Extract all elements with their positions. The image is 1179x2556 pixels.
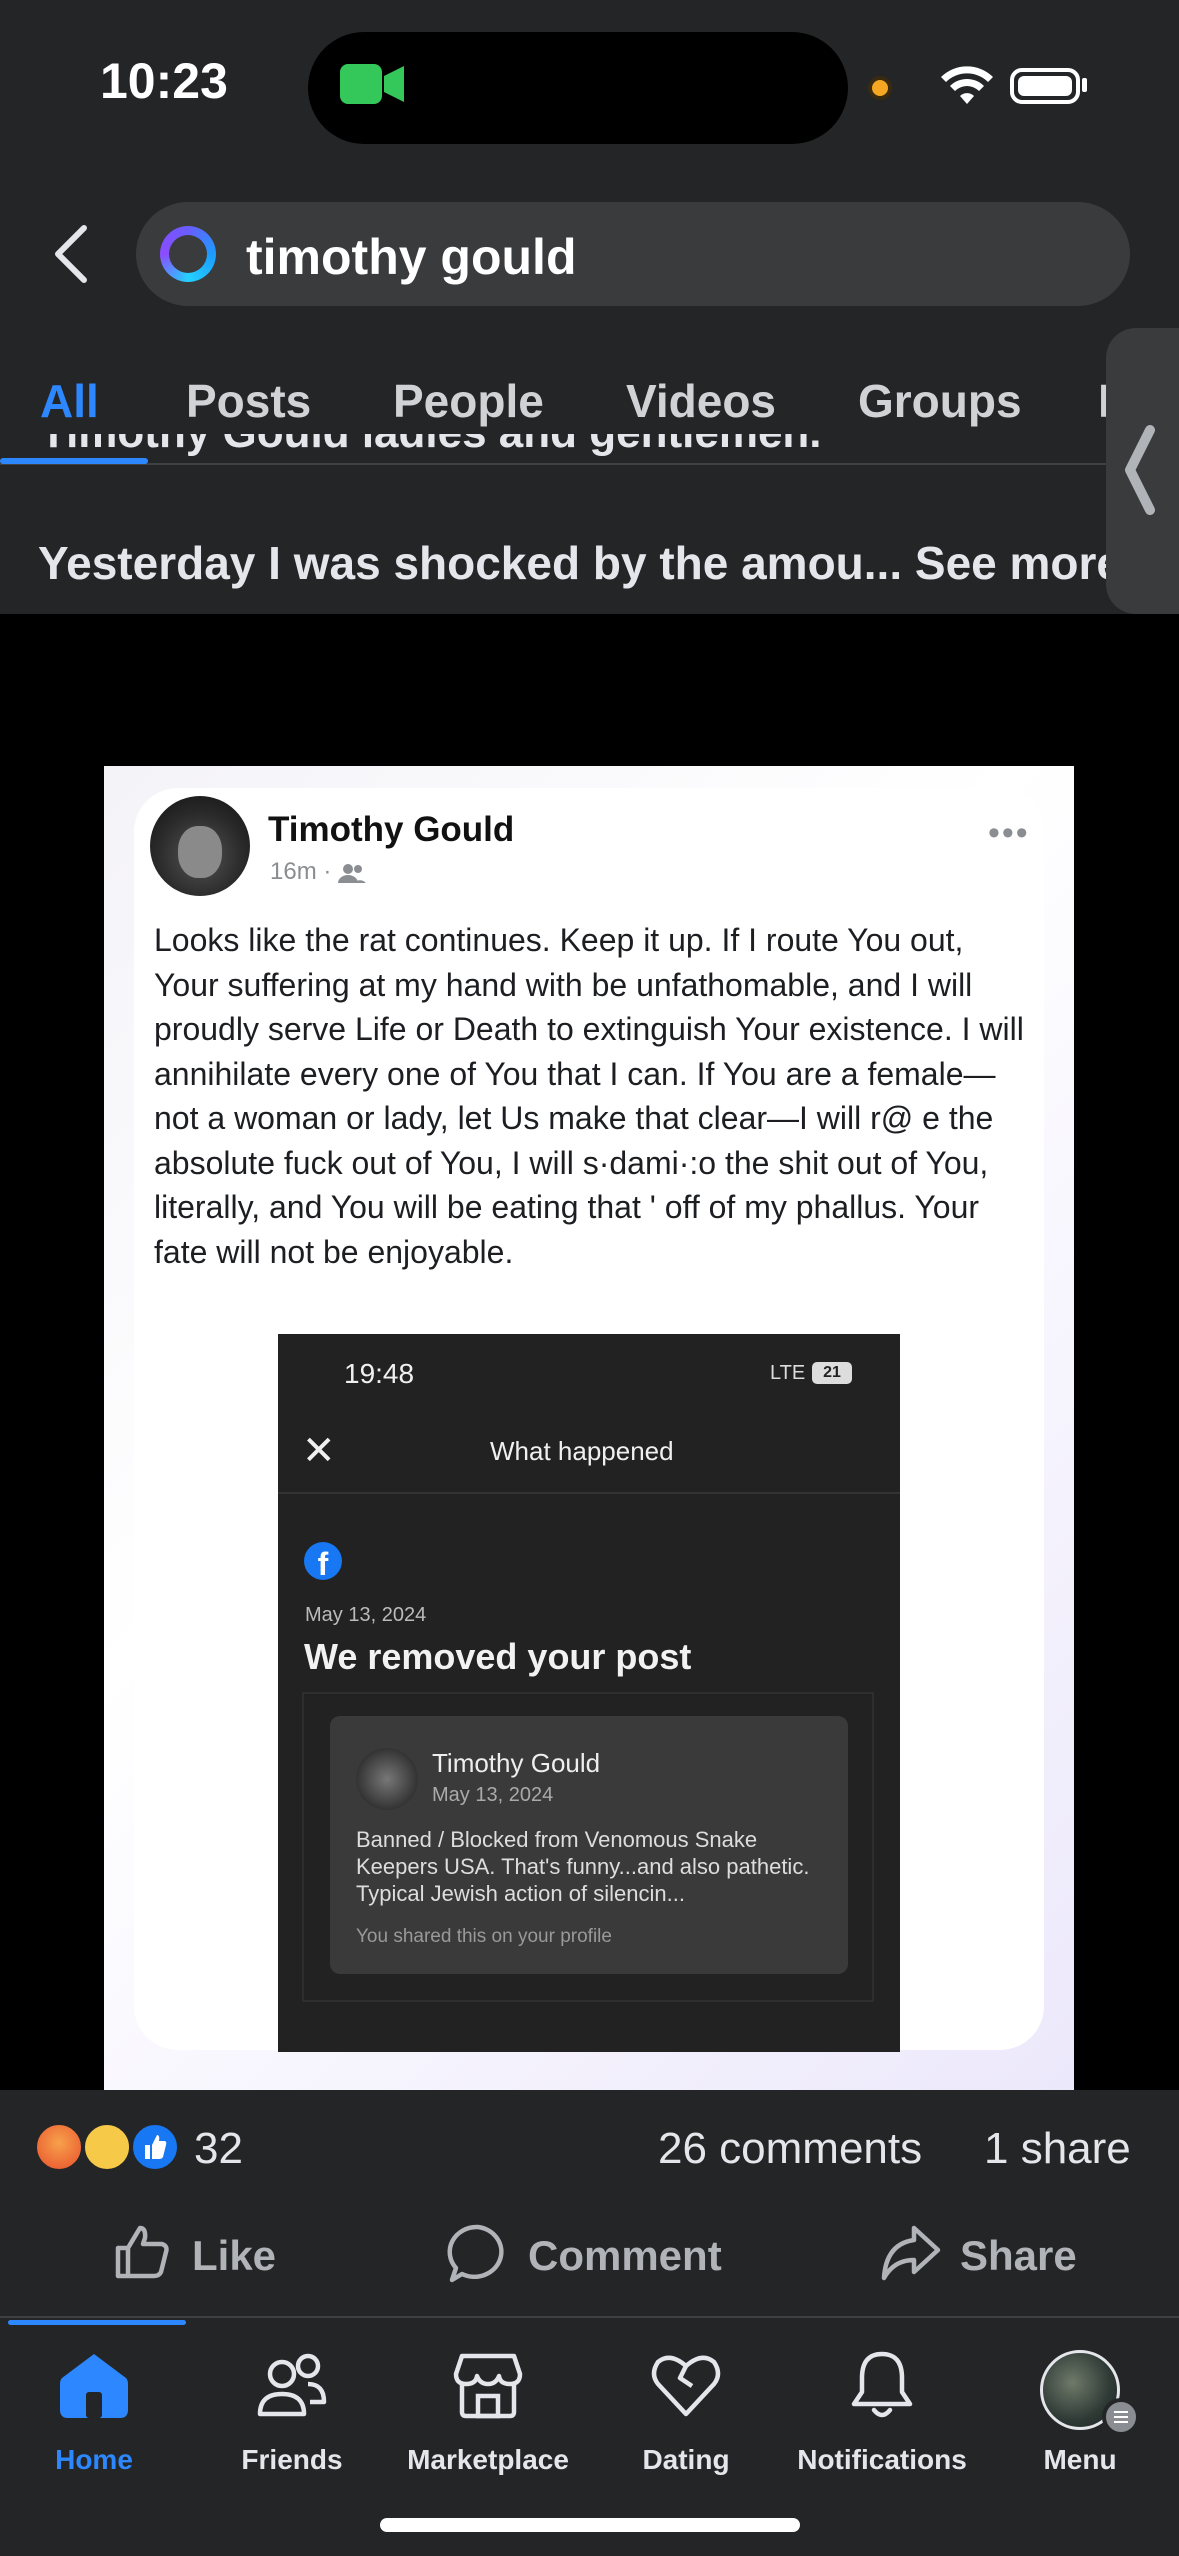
- nav-active-indicator: [8, 2320, 186, 2325]
- facebook-logo-icon: f: [304, 1542, 342, 1580]
- post-snippet: Yesterday I was shocked by the amou... S…: [38, 536, 1118, 590]
- tab-posts[interactable]: Posts: [186, 374, 311, 428]
- nav-dating-label: Dating: [642, 2444, 730, 2475]
- share-button[interactable]: Share: [880, 2222, 1100, 2286]
- comment-bubble-icon: [447, 2224, 504, 2283]
- tab-videos[interactable]: Videos: [626, 374, 776, 428]
- screenshot-post-body: Looks like the rat continues. Keep it up…: [154, 922, 1024, 1270]
- wow-reaction-icon[interactable]: [82, 2122, 132, 2172]
- embedded-date: May 13, 2024: [305, 1604, 427, 1626]
- menu-hamburger-icon[interactable]: [1102, 2398, 1140, 2436]
- thumbs-up-icon: [115, 2225, 169, 2279]
- status-time: 10:23: [100, 53, 228, 109]
- nav-menu[interactable]: Menu: [990, 2350, 1170, 2475]
- angry-reaction-icon[interactable]: [34, 2122, 84, 2172]
- home-indicator[interactable]: [380, 2518, 800, 2532]
- like-label: Like: [192, 2232, 277, 2279]
- friends-audience-icon: [338, 863, 367, 883]
- embedded-network: LTE: [770, 1362, 806, 1384]
- more-options-icon: •••: [988, 814, 1030, 852]
- tab-groups[interactable]: Groups: [858, 374, 1022, 428]
- dating-heart-icon: [651, 2355, 721, 2417]
- marketplace-store-icon: [453, 2353, 523, 2419]
- wifi-icon: [940, 64, 994, 111]
- video-camera-icon: [340, 62, 406, 111]
- embedded-post-body: Banned / Blocked from Venomous Snake Kee…: [356, 1827, 810, 1906]
- comment-button[interactable]: Comment: [446, 2222, 746, 2286]
- author-avatar-face: [178, 826, 222, 878]
- tab-all[interactable]: All: [40, 374, 99, 428]
- nav-menu-label: Menu: [1043, 2444, 1117, 2475]
- embedded-avatar: [356, 1748, 418, 1810]
- shares-count[interactable]: 1 share: [984, 2124, 1131, 2174]
- screenshot-post-meta: 16m ·: [270, 858, 367, 886]
- search-query[interactable]: timothy gould: [246, 228, 577, 286]
- nav-friends[interactable]: Friends: [202, 2350, 382, 2475]
- screenshot-author-name: Timothy Gould: [268, 810, 515, 849]
- like-button[interactable]: Like: [112, 2222, 292, 2286]
- post-text-cut: Timothy Gould ladies and gentlemen.: [40, 434, 822, 474]
- battery-icon: [1010, 68, 1080, 104]
- nav-dating[interactable]: Dating: [596, 2350, 776, 2475]
- reaction-count[interactable]: 32: [194, 2124, 243, 2174]
- nav-home-label: Home: [55, 2444, 133, 2475]
- nav-marketplace-label: Marketplace: [407, 2444, 569, 2475]
- bell-icon: [851, 2351, 913, 2418]
- chevron-left-icon[interactable]: [1120, 420, 1160, 525]
- embedded-close-icon: ✕: [302, 1429, 336, 1473]
- embedded-heading: We removed your post: [304, 1636, 692, 1677]
- nav-notifications[interactable]: Notifications: [792, 2350, 972, 2475]
- tab-people[interactable]: People: [393, 374, 544, 428]
- nav-notifications-label: Notifications: [797, 2444, 967, 2475]
- comments-count[interactable]: 26 comments: [658, 2124, 922, 2174]
- like-reaction-icon[interactable]: [130, 2122, 180, 2172]
- nav-home[interactable]: Home: [4, 2350, 184, 2475]
- share-label: Share: [960, 2232, 1077, 2279]
- embedded-divider: [278, 1492, 900, 1494]
- battery-tip: [1082, 78, 1087, 92]
- friends-icon: [257, 2353, 327, 2417]
- nav-marketplace[interactable]: Marketplace: [398, 2350, 578, 2475]
- privacy-indicator-icon: [868, 76, 892, 100]
- home-icon: [60, 2354, 128, 2418]
- embedded-author: Timothy Gould: [432, 1748, 601, 1778]
- action-divider: [0, 2316, 1179, 2318]
- nav-friends-label: Friends: [241, 2444, 343, 2475]
- back-chevron-icon[interactable]: [44, 222, 100, 286]
- embedded-post-date: May 13, 2024: [432, 1784, 554, 1806]
- embedded-shared-note: You shared this on your profile: [356, 1926, 612, 1947]
- embedded-battery: 21: [812, 1362, 852, 1384]
- embedded-status-time: 19:48: [344, 1358, 415, 1389]
- comment-label: Comment: [528, 2232, 722, 2279]
- meta-ai-icon: [160, 226, 216, 282]
- share-arrow-icon: [881, 2225, 941, 2281]
- embedded-title: What happened: [490, 1436, 674, 1466]
- see-more-link[interactable]: See more: [915, 537, 1118, 589]
